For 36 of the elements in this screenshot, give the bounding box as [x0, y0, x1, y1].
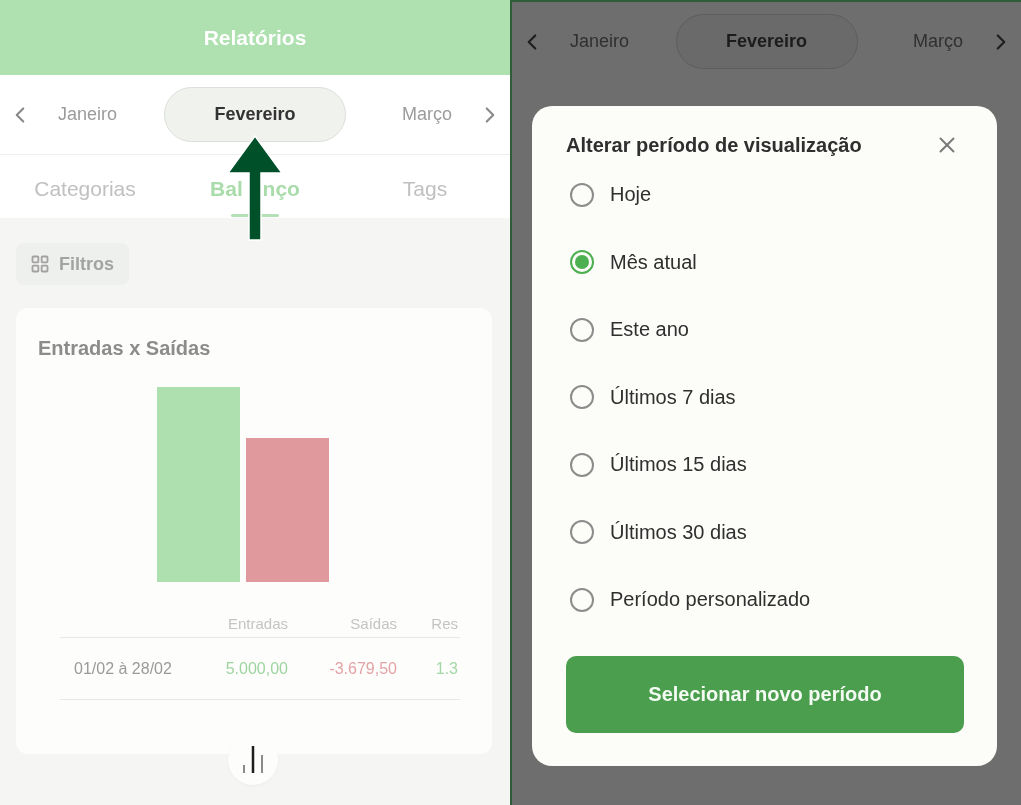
bar-chart-icon — [242, 745, 264, 775]
option-label[interactable]: Mês atual — [610, 250, 697, 274]
month-tab[interactable]: Janeiro — [570, 31, 630, 52]
radio-button[interactable] — [570, 385, 594, 410]
table-cell: -3.679,50 — [329, 659, 397, 678]
screen-title: Relatórios — [203, 25, 307, 50]
month-tab[interactable]: Fevereiro — [675, 14, 858, 69]
table-cell-text: 01/02 à 28/02 — [73, 659, 172, 678]
option-label[interactable]: Últimos 30 dias — [610, 520, 747, 544]
option-label[interactable]: Últimos 7 dias — [610, 385, 736, 409]
tab[interactable]: Tags — [402, 177, 448, 218]
select-period-button[interactable]: Selecionar novo período — [566, 655, 964, 733]
option-label[interactable]: Hoje — [610, 183, 652, 207]
month-tab[interactable]: Março — [402, 104, 452, 125]
table-cell-text: 1.3 — [435, 659, 459, 678]
column-header: Res — [431, 614, 459, 632]
column-header: Saídas — [350, 614, 397, 632]
radio-button[interactable] — [570, 587, 594, 612]
option-label[interactable]: Últimos 15 dias — [610, 453, 747, 477]
month-tab[interactable]: Janeiro — [58, 104, 118, 125]
filter-button[interactable]: Filtros — [16, 243, 129, 285]
grid-icon — [30, 254, 50, 274]
card-title: Entradas x Saídas — [38, 336, 211, 360]
radio-button[interactable] — [570, 520, 594, 545]
month-tab[interactable]: Fevereiro — [164, 87, 346, 142]
radio-button[interactable] — [570, 452, 594, 477]
column-header: Entradas — [227, 614, 288, 632]
dialog-title: Alterar período de visualização — [566, 133, 862, 157]
table-cell: 5.000,00 — [225, 659, 288, 678]
radio-button[interactable] — [570, 317, 594, 342]
tab[interactable]: Categorias — [34, 177, 136, 218]
option-label[interactable]: Este ano — [610, 318, 689, 342]
month-tab[interactable]: Março — [913, 31, 963, 52]
radio-button[interactable] — [570, 250, 594, 275]
radio-button[interactable] — [570, 182, 594, 207]
option-label[interactable]: Período personalizado — [610, 588, 811, 612]
